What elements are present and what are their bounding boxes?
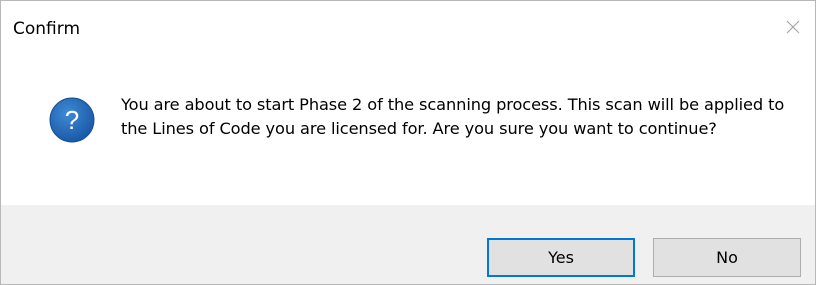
title-bar[interactable]: Confirm [1, 1, 815, 55]
question-icon: ? [49, 97, 95, 143]
dialog-title: Confirm [13, 19, 81, 39]
no-button[interactable]: No [653, 238, 801, 277]
close-icon [786, 20, 800, 34]
close-button[interactable] [771, 7, 815, 47]
question-mark-glyph: ? [65, 105, 79, 135]
button-bar: Yes No [1, 205, 815, 284]
yes-button[interactable]: Yes [487, 238, 635, 277]
confirm-dialog: Confirm ? You are about to start Phase 2… [0, 0, 816, 285]
dialog-content: ? You are about to start Phase 2 of the … [1, 55, 815, 205]
dialog-message: You are about to start Phase 2 of the sc… [121, 95, 785, 138]
